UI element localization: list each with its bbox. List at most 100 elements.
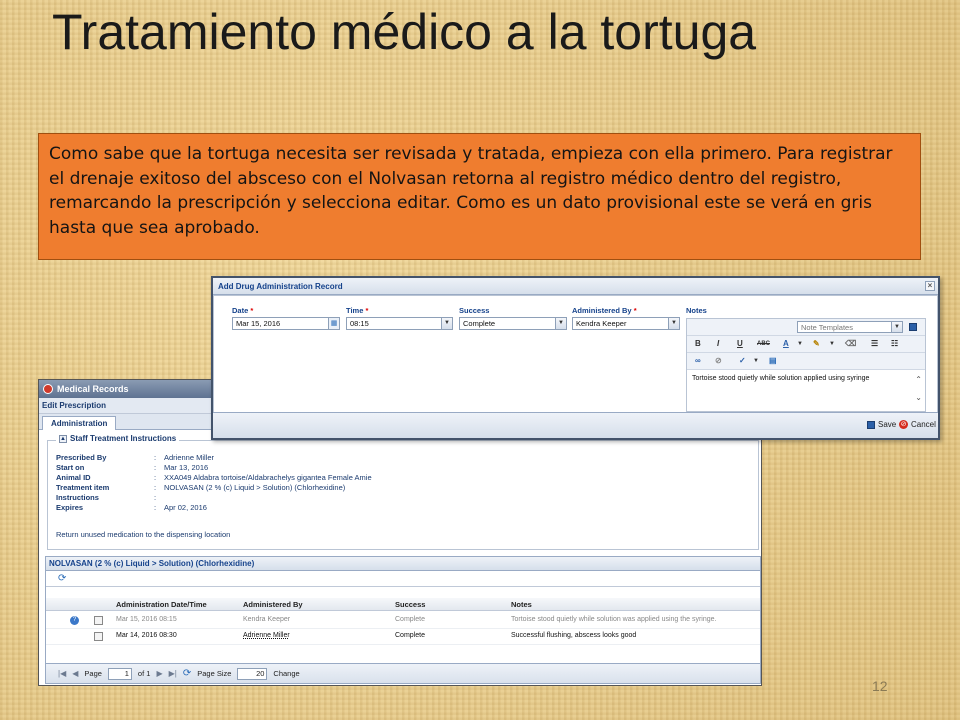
detail-label: Treatment item	[56, 483, 110, 492]
section-title: Staff Treatment Instructions	[70, 434, 177, 443]
staff-treatment-section: ▲ Staff Treatment Instructions Prescribe…	[47, 434, 759, 550]
detail-colon: :	[154, 473, 157, 482]
column-header-date[interactable]: Administration Date/Time	[116, 600, 207, 609]
note-templates-select[interactable]: Note Templates ▼	[797, 321, 903, 333]
detail-row-expires: Expires: Apr 02, 2016	[56, 503, 207, 512]
bold-button[interactable]: B	[695, 339, 701, 348]
detail-label: Prescribed By	[56, 453, 107, 462]
document-icon[interactable]	[94, 632, 103, 641]
detail-row-treatment-item: Treatment item: NOLVASAN (2 % (c) Liquid …	[56, 483, 345, 492]
last-page-icon[interactable]: ▶|	[169, 669, 177, 678]
add-drug-dialog: Add Drug Administration Record × Date * …	[211, 276, 940, 440]
help-icon[interactable]: ?	[70, 616, 79, 625]
date-field[interactable]: Mar 15, 2016 ▦	[232, 317, 340, 330]
first-page-icon[interactable]: |◀	[58, 669, 66, 678]
chevron-down-icon[interactable]: ▼	[753, 358, 759, 364]
dialog-body: Date * Mar 15, 2016 ▦ Time * 08:15 ▼ Suc…	[213, 295, 938, 413]
table-row[interactable]: ? Mar 15, 2016 08:15 Kendra Keeper Compl…	[46, 613, 760, 629]
medical-records-title: Medical Records	[57, 384, 129, 394]
document-icon[interactable]	[94, 616, 103, 625]
chevron-down-icon[interactable]: ▼	[797, 341, 803, 347]
success-label: Success	[459, 306, 490, 315]
detail-row-instructions: Instructions:	[56, 493, 164, 502]
chevron-down-icon[interactable]: ▼	[891, 322, 902, 332]
save-label: Save	[878, 420, 897, 429]
instruction-note: Como sabe que la tortuga necesita ser re…	[38, 133, 921, 260]
cancel-button[interactable]: ⊘ Cancel	[899, 420, 936, 429]
page-size-label: Page Size	[197, 669, 232, 678]
calendar-icon[interactable]: ▦	[328, 318, 339, 329]
scroll-down-icon[interactable]: ⌄	[915, 393, 922, 402]
administered-by-label: Administered By *	[572, 306, 637, 315]
chevron-down-icon[interactable]: ▼	[668, 318, 679, 329]
table-row[interactable]: Mar 14, 2016 08:30 Adrienne Miller Compl…	[46, 629, 760, 645]
reload-icon[interactable]: ⟳	[183, 668, 191, 679]
save-template-icon[interactable]	[909, 323, 917, 331]
italic-button[interactable]: I	[717, 339, 719, 348]
next-page-icon[interactable]: ▶	[156, 669, 162, 678]
change-link[interactable]: Change	[273, 669, 299, 678]
strikethrough-button[interactable]: ABC	[757, 341, 770, 347]
dialog-footer: Save ⊘ Cancel	[213, 412, 938, 438]
scroll-up-icon[interactable]: ⌃	[915, 375, 922, 384]
collapse-icon[interactable]: ▲	[59, 434, 67, 443]
cell-administered-by: Kendra Keeper	[243, 616, 291, 623]
detail-label: Animal ID	[56, 473, 91, 482]
eraser-icon[interactable]: ⌫	[845, 339, 856, 348]
detail-label: Expires	[56, 503, 84, 512]
grid-title: NOLVASAN (2 % (c) Liquid > Solution) (Ch…	[46, 557, 760, 571]
notes-text[interactable]: Tortoise stood quietly while solution ap…	[692, 375, 869, 382]
cell-administered-by: Adrienne Miller	[243, 632, 290, 639]
administered-by-select[interactable]: Kendra Keeper ▼	[572, 317, 680, 330]
notes-editor[interactable]: Note Templates ▼ B I U ABC A ▼ ✎ ▼ ⌫ ☰ ☷…	[686, 318, 926, 412]
column-header-success[interactable]: Success	[395, 600, 425, 609]
tab-administration[interactable]: Administration	[42, 416, 117, 430]
grid-toolbar: ⟳	[46, 571, 760, 587]
save-button[interactable]: Save	[867, 420, 896, 429]
detail-value: Apr 02, 2016	[164, 503, 207, 512]
detail-value: Adrienne Miller	[164, 453, 215, 462]
font-color-button[interactable]: A	[783, 339, 789, 348]
detail-value: XXA049 Aldabra tortoise/Aldabrachelys gi…	[164, 473, 372, 482]
refresh-icon[interactable]: ⟳	[58, 573, 66, 584]
time-field[interactable]: 08:15 ▼	[346, 317, 453, 330]
format-toolbar-row1: B I U ABC A ▼ ✎ ▼ ⌫ ☰ ☷	[687, 336, 925, 353]
chevron-down-icon[interactable]: ▼	[829, 341, 835, 347]
column-header-notes[interactable]: Notes	[511, 600, 532, 609]
success-select[interactable]: Complete ▼	[459, 317, 567, 330]
spellcheck-icon[interactable]: ✓	[739, 356, 746, 365]
format-toolbar-row2: ∞ ⊘ ✓ ▼ ▤	[687, 353, 925, 370]
cell-date: Mar 15, 2016 08:15	[116, 616, 177, 623]
detail-colon: :	[154, 463, 157, 472]
cell-success: Complete	[395, 616, 425, 623]
detail-row-start-on: Start on: Mar 13, 2016	[56, 463, 208, 472]
pager: |◀ ◀ Page 1 of 1 ▶ ▶| ⟳ Page Size 20 Cha…	[46, 663, 760, 683]
page-label: Page	[84, 669, 102, 678]
chevron-down-icon[interactable]: ▼	[441, 318, 452, 329]
detail-row-prescribed-by: Prescribed By: Adrienne Miller	[56, 453, 214, 462]
slide-title: Tratamiento médico a la tortuga	[52, 4, 757, 60]
cell-success: Complete	[395, 632, 425, 639]
page-count: of 1	[137, 669, 151, 678]
detail-colon: :	[154, 503, 157, 512]
column-header-administered-by[interactable]: Administered By	[243, 600, 303, 609]
detail-label: Start on	[56, 463, 85, 472]
underline-button[interactable]: U	[737, 339, 743, 348]
highlight-icon[interactable]: ✎	[813, 339, 820, 348]
close-icon[interactable]: ×	[925, 281, 935, 291]
time-label: Time *	[346, 306, 369, 315]
table-icon[interactable]: ▤	[769, 356, 777, 365]
chevron-down-icon[interactable]: ▼	[555, 318, 566, 329]
prev-page-icon[interactable]: ◀	[72, 669, 78, 678]
page-size-input[interactable]: 20	[237, 667, 268, 680]
link-icon[interactable]: ∞	[695, 356, 701, 365]
dialog-title: Add Drug Administration Record	[218, 281, 343, 291]
cell-notes: Successful flushing, abscess looks good	[511, 632, 637, 639]
numbered-list-icon[interactable]: ☷	[891, 339, 898, 348]
section-legend[interactable]: ▲ Staff Treatment Instructions	[56, 434, 180, 443]
page-input[interactable]: 1	[107, 667, 132, 680]
bullet-list-icon[interactable]: ☰	[871, 339, 878, 348]
detail-value: Mar 13, 2016	[164, 463, 209, 472]
dialog-titlebar: Add Drug Administration Record ×	[213, 278, 938, 295]
unlink-icon[interactable]: ⊘	[715, 356, 722, 365]
